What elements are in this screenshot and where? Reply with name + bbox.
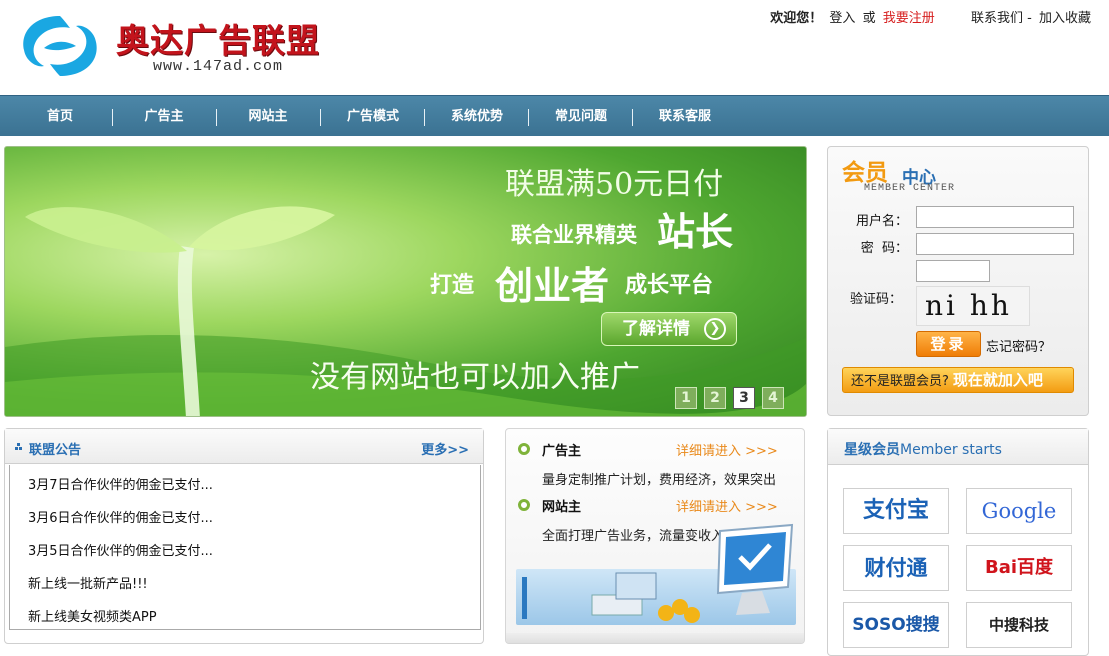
welcome-text: 欢迎您！ (770, 11, 823, 26)
bullet-icon (518, 443, 530, 455)
service-panel: 广告主 详细请进入 >>> 量身定制推广计划，费用经济，效果突出 网站主 详细请… (505, 428, 805, 644)
username-input[interactable] (916, 206, 1074, 228)
banner-line2b: 站长 (657, 210, 734, 254)
advertiser-heading: 广告主 (542, 444, 582, 459)
banner-page-3[interactable]: 3 (733, 387, 755, 409)
banner-page-4[interactable]: 4 (762, 387, 784, 409)
forgot-password-link[interactable]: 忘记密码？ (986, 336, 1051, 355)
publisher-detail-link[interactable]: 详细请进入 >>> (676, 496, 778, 515)
captcha-input[interactable] (916, 260, 990, 282)
nav-item-ad-modes[interactable]: 广告模式 (338, 96, 408, 137)
password-label: 密 码： (860, 241, 908, 256)
member-title-part1: 会员 (842, 160, 888, 186)
star-members-title-en: Member starts (900, 442, 1002, 458)
star-members-title: 星级会员Member starts (844, 439, 1002, 459)
nav-separator (216, 109, 217, 126)
announcement-panel: 联盟公告 更多>> 3月7日合作伙伴的佣金已支付... 3月6日合作伙伴的佣金已… (4, 428, 484, 644)
site-header: 奥达广告联盟 www.147ad.com 欢迎您！ 登入 或 我要注册 联系我们… (0, 0, 1109, 95)
banner-page-1[interactable]: 1 (675, 387, 697, 409)
banner-line4: 没有网站也可以加入推广 (310, 360, 640, 395)
banner-page-2[interactable]: 2 (704, 387, 726, 409)
login-button[interactable]: 登录 (916, 331, 981, 357)
nav-item-advantages[interactable]: 系统优势 (442, 96, 512, 137)
or-text: 或 (862, 11, 876, 26)
advertiser-description: 量身定制推广计划，费用经济，效果突出 (542, 473, 777, 488)
monitor-icon (716, 523, 794, 615)
banner-line3a: 打造 (430, 273, 475, 298)
list-item[interactable]: 3月5日合作伙伴的佣金已支付... (28, 540, 213, 559)
join-prompt: 还不是联盟会员? (851, 374, 949, 389)
list-item[interactable]: 新上线美女视频类APP (28, 606, 157, 625)
bullet-icon (518, 499, 530, 511)
banner-line1: 联盟满50元日付 (505, 167, 724, 202)
hero-banner[interactable]: 联盟满50元日付 联合业界精英 站长 打造 创业者 成长平台 了解详情 ❯ 没有… (4, 146, 807, 417)
publisher-heading: 网站主 (542, 500, 582, 515)
nav-item-publisher[interactable]: 网站主 (238, 96, 298, 137)
google-logo[interactable]: Google (966, 488, 1072, 534)
announcement-more-link[interactable]: 更多>> (421, 439, 469, 458)
member-center-panel: 会员 中心 MEMBER CENTER 用户名： 密 码： 验证码： ni hh… (827, 146, 1089, 416)
arrow-right-icon: ❯ (704, 318, 726, 340)
learn-more-label: 了解详情 (622, 319, 690, 339)
logo-mark-icon[interactable] (14, 10, 106, 82)
nav-item-home[interactable]: 首页 (30, 96, 90, 137)
advertiser-detail-link[interactable]: 详细请进入 >>> (676, 440, 778, 459)
favorite-link[interactable]: 加入收藏 (1039, 11, 1091, 26)
star-members-header: 星级会员Member starts (828, 429, 1088, 465)
publisher-description: 全面打理广告业务，流量变收入 (542, 529, 725, 544)
announcement-title: 联盟公告 (29, 443, 82, 458)
zhongsou-logo[interactable]: 中搜科技 (966, 602, 1072, 648)
captcha-image[interactable]: ni hh (916, 286, 1030, 326)
nav-separator (528, 109, 529, 126)
join-now-label: 现在就加入吧 (952, 371, 1043, 389)
grid-icon (15, 443, 23, 451)
logo-url: www.147ad.com (153, 58, 284, 75)
username-label: 用户名： (855, 214, 908, 229)
list-item[interactable]: 新上线一批新产品!!! (28, 573, 148, 592)
nav-separator (424, 109, 425, 126)
password-input[interactable] (916, 233, 1074, 255)
tenpay-logo[interactable]: 财付通 (843, 545, 949, 591)
banner-line3c: 成长平台 (625, 273, 714, 298)
alipay-logo[interactable]: 支付宝 (843, 488, 949, 534)
contact-link[interactable]: 联系我们 - (971, 11, 1032, 26)
list-item[interactable]: 3月7日合作伙伴的佣金已支付... (28, 474, 213, 493)
baidu-logo[interactable]: Bai百度 (966, 545, 1072, 591)
nav-separator (112, 109, 113, 126)
nav-item-faq[interactable]: 常见问题 (546, 96, 616, 137)
nav-separator (632, 109, 633, 126)
banner-line3b: 创业者 (495, 264, 610, 308)
banner-line2a: 联合业界精英 (511, 223, 637, 247)
learn-more-button[interactable]: 了解详情 ❯ (601, 312, 737, 346)
register-link[interactable]: 我要注册 (883, 11, 935, 26)
captcha-label: 验证码： (849, 292, 902, 307)
nav-item-support[interactable]: 联系客服 (650, 96, 720, 137)
star-members-title-cn: 星级会员 (844, 442, 900, 458)
soso-logo[interactable]: SOSO搜搜 (843, 602, 949, 648)
nav-separator (320, 109, 321, 126)
panel-bottom-strip (506, 633, 804, 643)
announcement-list: 3月7日合作伙伴的佣金已支付... 3月6日合作伙伴的佣金已支付... 3月5日… (9, 465, 481, 630)
main-nav: 首页 广告主 网站主 广告模式 系统优势 常见问题 联系客服 (0, 95, 1109, 136)
star-members-panel: 星级会员Member starts 支付宝 Google 财付通 Bai百度 S… (827, 428, 1089, 656)
nav-item-advertiser[interactable]: 广告主 (134, 96, 194, 137)
member-subtitle: MEMBER CENTER (864, 183, 956, 194)
logo-title[interactable]: 奥达广告联盟 (116, 14, 320, 62)
join-now-button[interactable]: 还不是联盟会员? 现在就加入吧 (842, 367, 1074, 393)
captcha-text: ni hh (925, 289, 1012, 322)
login-link[interactable]: 登入 (829, 11, 855, 26)
list-item[interactable]: 3月6日合作伙伴的佣金已支付... (28, 507, 213, 526)
top-links: 欢迎您！ 登入 或 我要注册 联系我们 - 加入收藏 (767, 7, 1091, 26)
announcement-header: 联盟公告 更多>> (5, 429, 483, 464)
